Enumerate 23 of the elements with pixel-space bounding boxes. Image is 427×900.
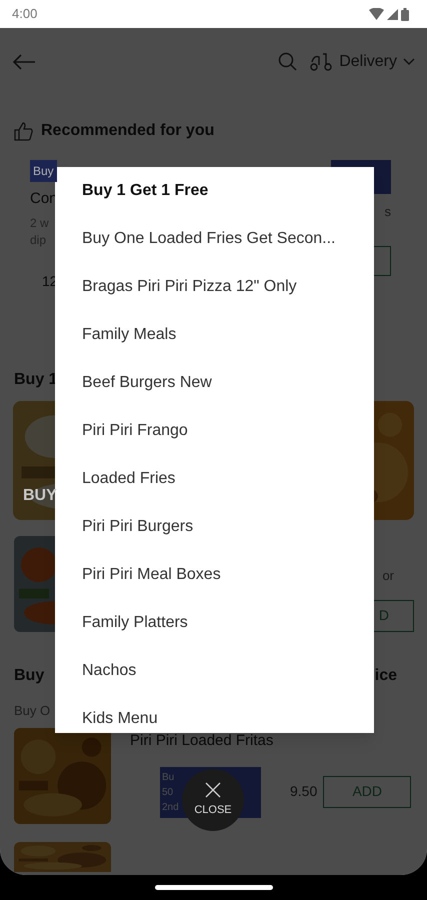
section-title: Recommended for you xyxy=(41,121,214,141)
category-item[interactable]: Loaded Fries xyxy=(55,455,374,503)
category-item[interactable]: Bragas Piri Piri Pizza 12" Only xyxy=(55,263,374,311)
close-icon xyxy=(205,782,221,798)
section-title: ice xyxy=(374,666,397,686)
category-item[interactable]: Piri Piri Frango xyxy=(55,407,374,455)
category-item[interactable]: Nachos xyxy=(55,647,374,695)
wifi-icon xyxy=(369,8,384,20)
product-name: Piri Piri Loaded Fritas xyxy=(130,731,274,751)
product-price: 9.50 xyxy=(290,782,318,800)
category-item[interactable]: Kids Menu xyxy=(55,695,374,733)
category-item[interactable]: Piri Piri Burgers xyxy=(55,503,374,551)
category-item[interactable]: Beef Burgers New xyxy=(55,359,374,407)
status-time: 4:00 xyxy=(12,5,38,24)
category-item[interactable]: Buy One Loaded Fries Get Secon... xyxy=(55,215,374,263)
offer-badge: Buy xyxy=(30,160,57,182)
section-title: Buy xyxy=(14,666,44,686)
category-item[interactable]: Buy 1 Get 1 Free xyxy=(55,167,374,215)
category-item[interactable]: Family Platters xyxy=(55,599,374,647)
category-item[interactable]: Piri Piri Meal Boxes xyxy=(55,551,374,599)
signal-icon xyxy=(387,8,398,20)
category-item[interactable]: Family Meals xyxy=(55,311,374,359)
battery-icon xyxy=(401,8,409,20)
